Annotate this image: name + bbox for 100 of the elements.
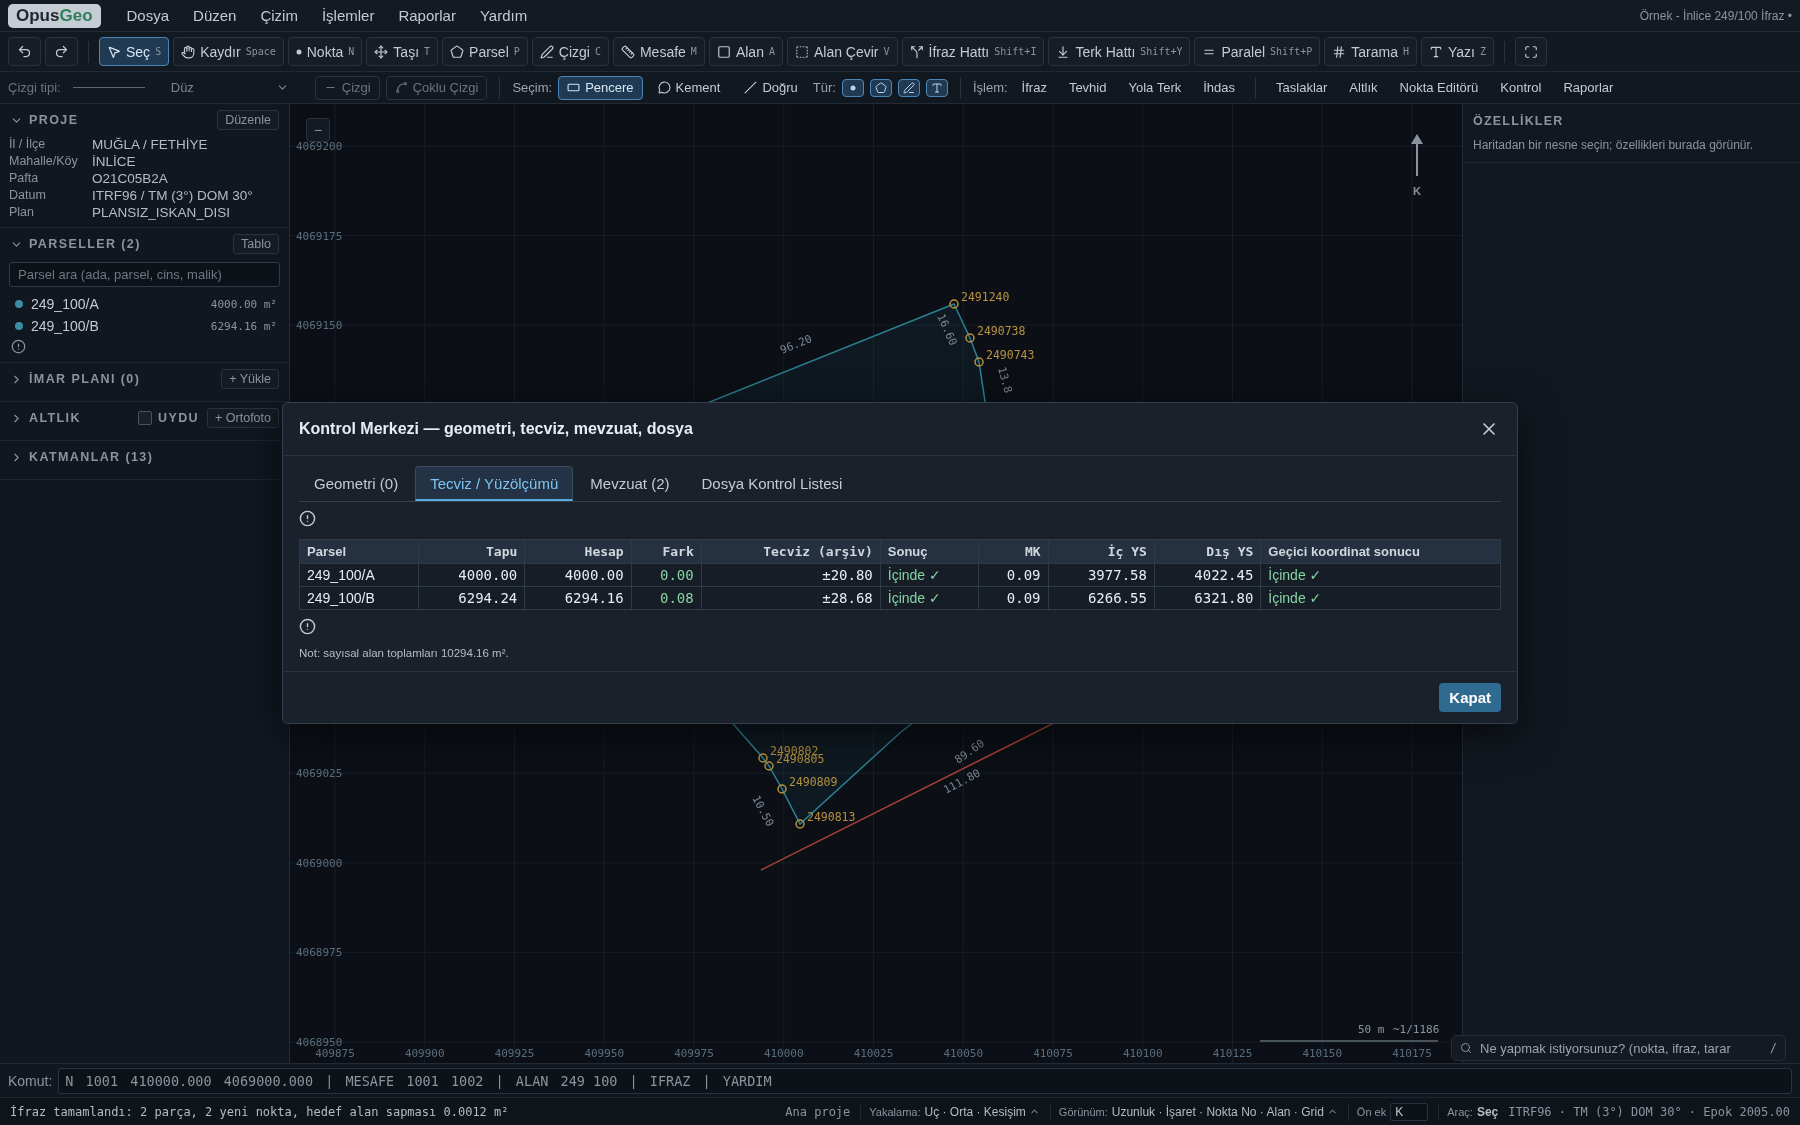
scale-label: 50 m [1358,1023,1385,1036]
menu-item[interactable]: İşlemler [309,7,387,24]
dashed-square-icon [794,44,809,59]
type-filter-toggle[interactable] [925,78,948,97]
tool-button[interactable]: Alan Çevir V [786,37,898,66]
pentagon-icon [874,81,887,94]
operation-button[interactable]: Yola Terk [1120,75,1190,100]
warning-icon [11,339,26,354]
menu-item[interactable]: Yardım [467,7,540,24]
property-value: PLANSIZ_ISKAN_DISI [92,205,232,220]
zoom-out-button[interactable]: − [306,118,330,142]
tool-button[interactable]: Seç S [99,37,170,66]
tool-button[interactable]: Paralel Shift+P [1194,37,1321,66]
panel-button[interactable]: Altlık [1341,75,1386,100]
crs-info: ITRF96 · TM (3°) DOM 30° · Epok 2005.00 [1508,1104,1790,1119]
axis-label: 410000 [763,1047,804,1060]
tab[interactable]: Geometri (0) [299,465,414,501]
tool-button[interactable]: Tarama H [1324,37,1417,66]
panel-button[interactable]: Raporlar [1555,75,1622,100]
parcel-name[interactable]: 249_100/A [31,296,99,312]
axis-label: 4069175 [296,229,343,243]
tool-button[interactable]: İfraz Hattı Shift+I [901,37,1045,66]
panel-button[interactable]: Nokta Editörü [1391,75,1487,100]
redo-button[interactable] [45,37,78,66]
tool-button[interactable]: Terk Hattı Shift+Y [1048,37,1191,66]
type-filter-toggle[interactable] [841,78,864,97]
section-button[interactable]: + Yükle [221,369,279,389]
section-title[interactable]: PROJE [29,113,79,127]
axis-label: 409925 [494,1047,535,1060]
section-button[interactable]: Düzenle [217,110,279,130]
section-button[interactable]: + Ortofoto [207,408,279,428]
table-cell: 4000.00 [418,563,525,586]
fullscreen-button[interactable] [1514,37,1547,66]
axis-label: 410175 [1392,1047,1432,1060]
section-title[interactable]: ALTLIK [29,411,81,425]
undo-button[interactable] [8,37,41,66]
undo-icon [17,44,32,59]
tab[interactable]: Tecviz / Yüzölçümü [415,465,574,501]
operation-button[interactable]: Tevhid [1060,75,1115,100]
command-field[interactable]: N 1001 410000.000 4069000.000 | MESAFE 1001 1002 | ALAN 249_100 | IFRAZ | YARDIM [58,1067,1792,1094]
tool-button[interactable]: Çizgi C [531,37,609,66]
project-name: Ana proje [785,1104,851,1119]
prefix-field[interactable]: K [1390,1102,1429,1121]
tool-button[interactable]: Kaydır Space [173,37,284,66]
status-label: Yakalama: [869,1105,921,1118]
section-title[interactable]: İMAR PLANI (0) [29,372,141,386]
menu-item[interactable]: Çizim [248,7,310,24]
dialog-title: Kontrol Merkezi — geometri, tecviz, mevzuat, dosya [299,419,693,438]
view-dropdown[interactable]: Uzunluk · İşaret · Nokta No · Alan · Grid [1111,1104,1338,1119]
close-dialog-button[interactable]: Kapat [1439,682,1501,712]
column-header: MK [978,539,1049,563]
assistant-search-field[interactable]: Ne yapmak istiyorsunuz? (nokta, ifraz, tarar / [1451,1035,1786,1061]
point-label: 2490738 [977,324,1026,338]
tool-button[interactable]: Nokta N [287,37,363,66]
option-label: Seçim: [512,80,553,95]
tool-button[interactable]: Alan A [708,37,783,66]
status-message: İfraz tamamlandı: 2 parça, 2 yeni nokta, hedef alan sapması 0.0012 m² [10,1104,509,1119]
split-icon [909,44,924,59]
tool-button[interactable]: Taşı T [366,37,439,66]
operation-button[interactable]: İfraz [1013,75,1055,100]
panel-button[interactable]: Kontrol [1492,75,1550,100]
type-filter-toggle[interactable] [897,78,920,97]
section-title[interactable]: PARSELLER (2) [29,237,141,251]
property-label: Datum [9,188,47,203]
axis-label: 4069200 [296,140,343,153]
checkbox[interactable] [138,411,153,425]
tool-button[interactable]: Yazı Z [1420,37,1494,66]
dimension-label: 13.8 [995,365,1015,395]
text-icon [1428,44,1443,59]
tool-button[interactable]: Parsel P [442,37,528,66]
app-logo[interactable]: OpusGeo [8,3,101,28]
cursor-icon [107,44,121,59]
status-label: Ön ek [1356,1105,1387,1118]
section-button[interactable]: Tablo [233,234,279,254]
type-filter-toggle[interactable] [869,78,892,97]
selection-mode-button[interactable]: Pencere [558,75,643,100]
tab[interactable]: Mevzuat (2) [575,465,685,501]
parcel-name[interactable]: 249_100/B [31,318,99,334]
redo-icon [54,44,69,59]
section-title[interactable]: KATMANLAR (13) [29,450,154,464]
selection-mode-button[interactable]: Doğru [735,75,807,100]
table-cell: ±28.68 [701,586,881,609]
snap-dropdown[interactable]: Uç · Orta · Kesişim [924,1104,1040,1119]
menu-item[interactable]: Dosya [114,7,182,24]
property-value: MUĞLA / FETHİYE [92,137,209,152]
menu-item[interactable]: Düzen [181,7,249,24]
parcel-search-field[interactable]: Parsel ara (ada, parsel, cins, malik) [9,262,280,287]
tool-button[interactable]: Mesafe M [612,37,705,66]
column-header: Sonuç [880,539,978,563]
axis-label: 409950 [584,1047,625,1060]
menu-item[interactable]: Raporlar [386,7,468,24]
selection-mode-button[interactable]: Kement [648,75,730,100]
axis-label: 4068975 [296,946,343,960]
operation-button[interactable]: İhdas [1195,75,1244,100]
property-label: Pafta [9,171,40,186]
speech-bubble-icon [657,81,671,94]
panel-button[interactable]: Taslaklar [1268,75,1336,100]
tab[interactable]: Dosya Kontrol Listesi [686,465,858,501]
ruler-icon [620,44,635,59]
slash-icon [744,81,758,94]
